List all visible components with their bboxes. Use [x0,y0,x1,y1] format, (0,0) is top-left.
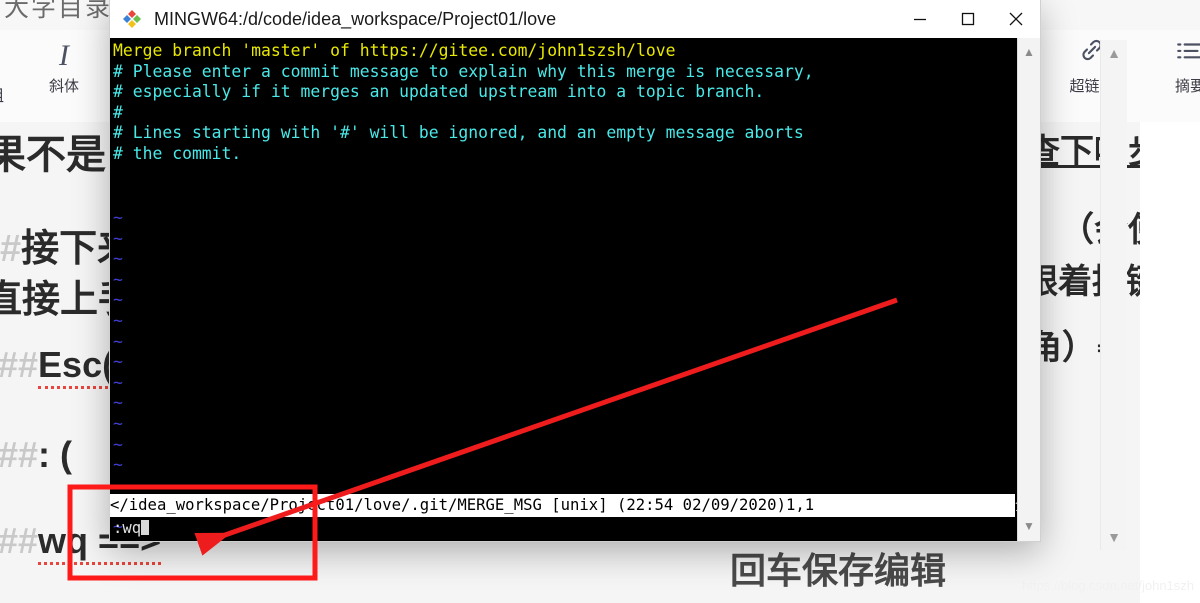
doc-line-1-hash: # [0,228,22,270]
close-icon[interactable] [992,0,1040,38]
doc-line-3-row: ##Esc( [0,344,115,389]
editor-scrollbar[interactable]: ▲ ▼ [1100,40,1127,550]
doc-line-3-text: Esc( [38,344,115,389]
terminal-line-2: # especially if it merges an updated ups… [113,82,765,102]
chevron-up-icon[interactable]: ▲ [1101,42,1127,64]
terminal-line-3: # [113,102,123,122]
watermark: https://blog.csdn.net/john1szh [1022,578,1195,593]
vim-empty-line-markers: ~ ~ ~ ~ ~ ~ ~ ~ ~ ~ ~ ~ ~ ~ ~ ~ [113,208,123,536]
window-title-bar[interactable]: MINGW64:/d/code/idea_workspace/Project01… [110,0,1040,38]
doc-line-4-row: ##: ( [0,434,72,476]
mingw64-terminal-window[interactable]: MINGW64:/d/code/idea_workspace/Project01… [110,0,1040,541]
ribbon-button-italic[interactable]: I 斜体 [22,34,106,96]
summary-list-icon [1148,34,1200,78]
doc-line-5-hash: ## [0,520,39,561]
terminal-scrollbar[interactable]: ▲ ▼ [1017,38,1040,541]
terminal-line-0: Merge branch 'master' of https://gitee.c… [113,41,676,60]
chevron-down-icon[interactable]: ▼ [1018,516,1040,536]
ribbon-label-group-partial: 组 [0,82,4,106]
text-cursor [141,520,150,535]
doc-line-3-hash: ## [0,344,39,385]
terminal-line-4: # Lines starting with '#' will be ignore… [113,123,804,143]
doc-line-4-hash: ## [0,434,39,475]
minimize-icon[interactable] [896,0,944,38]
vim-command-line[interactable]: :wq [113,518,150,538]
maximize-icon[interactable] [944,0,992,38]
terminal-line-1: # Please enter a commit message to expla… [113,61,814,81]
window-controls[interactable] [896,0,1040,38]
terminal-line-5: # the commit. [113,144,242,163]
chevron-down-icon[interactable]: ▼ [1101,526,1127,548]
chevron-up-icon[interactable]: ▲ [1018,42,1040,62]
doc-line-10: 回车保存编辑 [730,550,947,591]
window-title: MINGW64:/d/code/idea_workspace/Project01… [154,8,557,29]
app-top-strip-text: 大字目录 [4,0,113,22]
ribbon-label-summary: 摘要 [1174,78,1200,95]
vim-command-text: :wq [113,519,142,537]
ribbon-button-summary[interactable]: 摘要 [1148,34,1200,96]
git-bash-icon [122,9,142,29]
ribbon-label-italic: 斜体 [48,78,79,95]
doc-line-4-text: : ( [38,434,73,475]
vim-status-line: </idea_workspace/Project01/love/.git/MER… [110,494,1015,517]
document-right-margin [1140,122,1200,603]
terminal-body[interactable]: Merge branch 'master' of https://gitee.c… [110,38,1040,541]
italic-icon: I [59,39,69,72]
